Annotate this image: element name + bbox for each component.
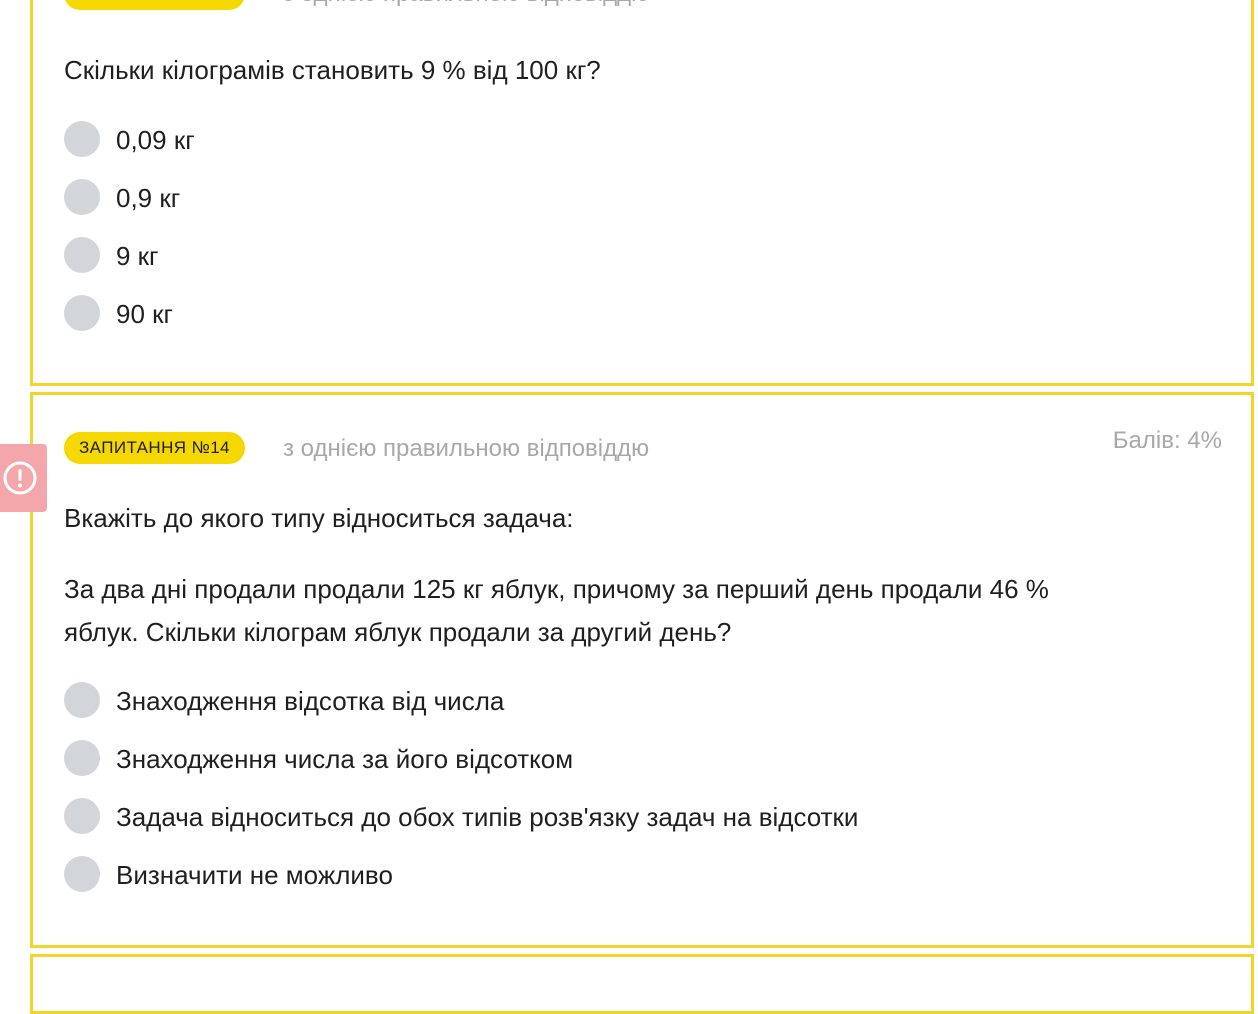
answer-option-label: Знаходження числа за його відсотком bbox=[116, 744, 574, 774]
radio-button[interactable] bbox=[64, 682, 100, 718]
question-number-badge: ЗАПИТАННЯ №14 bbox=[64, 432, 245, 464]
radio-button[interactable] bbox=[64, 237, 100, 273]
problem-text-line: яблук. Скільки кілограм яблук продали за… bbox=[64, 617, 732, 647]
answer-option[interactable]: 0,9 кг bbox=[64, 179, 195, 237]
answer-option-label: 0,09 кг bbox=[116, 125, 195, 155]
radio-button[interactable] bbox=[64, 740, 100, 776]
answer-option-label: 90 кг bbox=[116, 299, 174, 329]
answer-option[interactable]: 90 кг bbox=[64, 295, 195, 353]
question-text: Вкажіть до якого типу відноситься задача… bbox=[64, 503, 574, 533]
question-card-13: ЗАПИТАННЯ №13 з однією правильною відпов… bbox=[30, 0, 1254, 386]
question-type-label: з однією правильною відповіддю bbox=[283, 0, 649, 8]
radio-button[interactable] bbox=[64, 856, 100, 892]
answer-option[interactable]: Задача відноситься до обох типів розв'яз… bbox=[64, 798, 858, 856]
question-type-label: з однією правильною відповіддю bbox=[283, 435, 650, 462]
report-problem-tab[interactable] bbox=[0, 444, 47, 512]
exclamation-circle-icon bbox=[3, 461, 37, 495]
radio-button[interactable] bbox=[64, 179, 100, 215]
answer-option-label: 9 кг bbox=[116, 241, 159, 271]
question-card-next bbox=[30, 954, 1254, 1014]
answer-options: 0,09 кг 0,9 кг 9 кг 90 кг bbox=[64, 121, 195, 353]
answer-option-label: Задача відноситься до обох типів розв'яз… bbox=[116, 802, 859, 832]
answer-option-label: 0,9 кг bbox=[116, 183, 181, 213]
answer-option-label: Визначити не можливо bbox=[116, 860, 393, 890]
answer-option[interactable]: Визначити не можливо bbox=[64, 856, 858, 914]
answer-option[interactable]: Знаходження числа за його відсотком bbox=[64, 740, 858, 798]
points-label: Балів: 4% bbox=[1112, 427, 1222, 454]
answer-option[interactable]: 0,09 кг bbox=[64, 121, 195, 179]
question-text: Скільки кілограмів становить 9 % від 100… bbox=[64, 55, 601, 85]
question-number-badge: ЗАПИТАННЯ №13 bbox=[64, 0, 245, 10]
question-card-14: ЗАПИТАННЯ №14 з однією правильною відпов… bbox=[30, 392, 1254, 948]
radio-button[interactable] bbox=[64, 121, 100, 157]
problem-text: За два дні продали продали 125 кг яблук,… bbox=[64, 568, 1049, 654]
problem-text-line: За два дні продали продали 125 кг яблук,… bbox=[64, 574, 1049, 604]
answer-options: Знаходження відсотка від числа Знаходжен… bbox=[64, 682, 858, 914]
answer-option[interactable]: 9 кг bbox=[64, 237, 195, 295]
answer-option-label: Знаходження відсотка від числа bbox=[116, 686, 505, 716]
answer-option[interactable]: Знаходження відсотка від числа bbox=[64, 682, 858, 740]
radio-button[interactable] bbox=[64, 798, 100, 834]
radio-button[interactable] bbox=[64, 295, 100, 331]
